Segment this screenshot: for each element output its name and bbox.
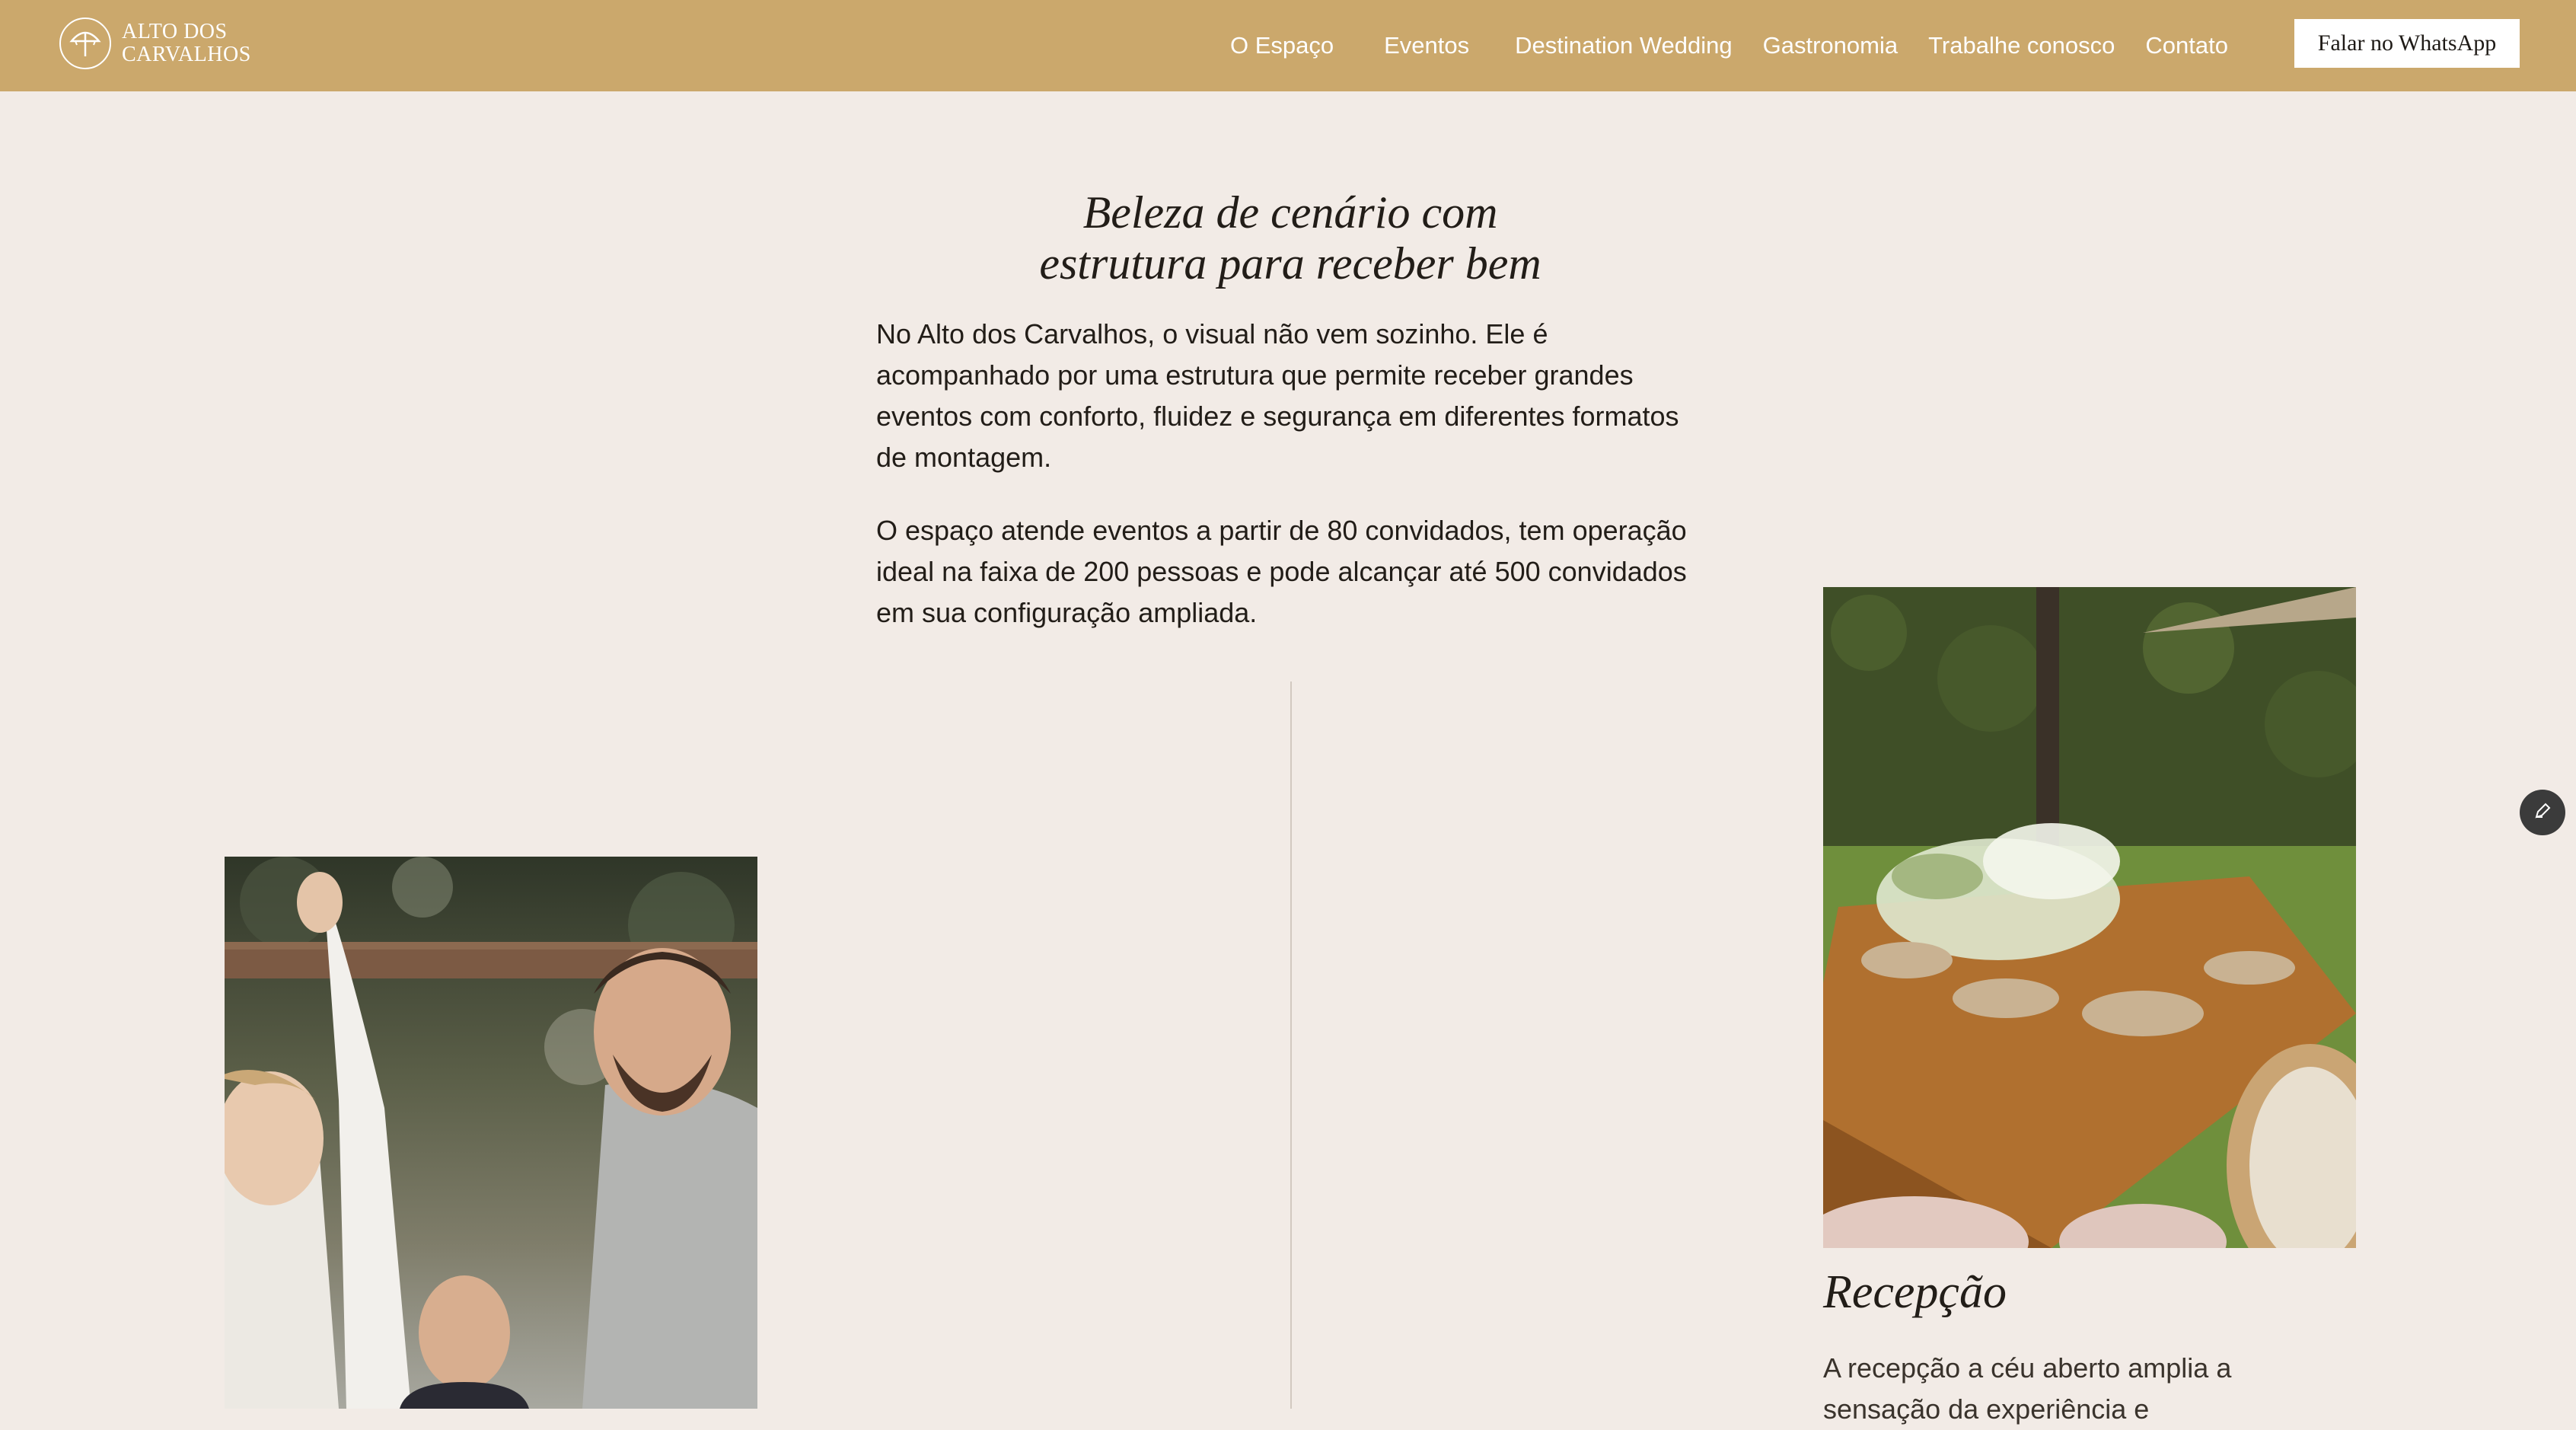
section-title-line-1: Beleza de cenário com (1082, 187, 1498, 238)
nav-item-gastronomia[interactable]: Gastronomia (1763, 32, 1898, 59)
nav-item-destination-wedding[interactable]: Destination Wedding (1515, 32, 1733, 59)
pencil-icon (2532, 800, 2553, 825)
nav-item-eventos[interactable]: Eventos (1384, 32, 1469, 59)
tree-umbrella-icon (59, 18, 111, 69)
nav-item-contato[interactable]: Contato (2145, 32, 2228, 59)
brand-line-1: ALTO DOS (122, 20, 228, 43)
section-title-line-2: estrutura para receber bem (1039, 238, 1541, 289)
brand-wordmark: ALTO DOS CARVALHOS (122, 21, 251, 66)
main-nav: O Espaço Eventos Destination Wedding Gas… (1230, 27, 2228, 64)
nav-item-trabalhe-conosco[interactable]: Trabalhe conosco (1928, 32, 2115, 59)
vertical-divider (1290, 681, 1292, 1409)
reception-table-photo (1823, 587, 2356, 1248)
edit-button[interactable] (2520, 790, 2565, 835)
top-navigation-bar: ALTO DOS CARVALHOS O Espaço Eventos Dest… (0, 0, 2576, 91)
brand-logo[interactable]: ALTO DOS CARVALHOS (59, 17, 251, 70)
intro-paragraph-1: No Alto dos Carvalhos, o visual não vem … (876, 318, 1679, 473)
couple-photo (225, 857, 757, 1409)
card-title-recepcao: Recepção (1823, 1266, 2007, 1318)
whatsapp-button[interactable]: Falar no WhatsApp (2294, 19, 2520, 68)
intro-paragraph-2: O espaço atende eventos a partir de 80 c… (876, 515, 1687, 628)
section-title: Beleza de cenário com estrutura para rec… (875, 187, 1705, 289)
nav-item-o-espaco[interactable]: O Espaço (1230, 32, 1334, 59)
brand-line-2: CARVALHOS (122, 43, 251, 66)
card-text-recepcao: A recepção a céu aberto amplia a sensaçã… (1823, 1352, 2232, 1425)
